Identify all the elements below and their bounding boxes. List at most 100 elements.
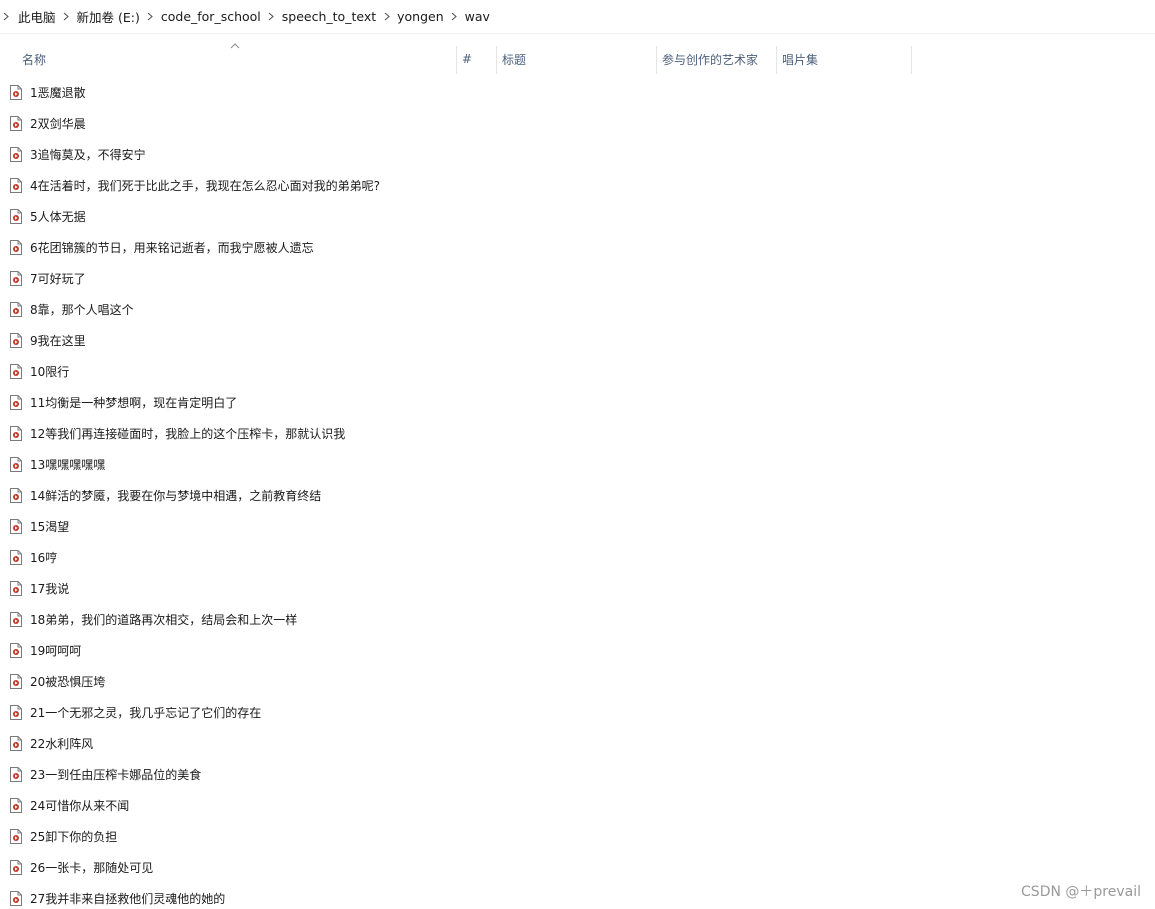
column-header-album-label: 唱片集: [782, 52, 819, 67]
chevron-right-icon[interactable]: [0, 0, 12, 34]
file-name: 22水利阵风: [30, 736, 94, 751]
file-row[interactable]: 20被恐惧压垮: [10, 670, 455, 692]
audio-file-icon: [10, 828, 30, 844]
file-name: 9我在这里: [30, 333, 86, 348]
file-row[interactable]: 10限行: [10, 360, 455, 382]
column-header-artists-label: 参与创作的艺术家: [662, 52, 759, 67]
file-name: 16哼: [30, 550, 58, 565]
file-row[interactable]: 22水利阵风: [10, 732, 455, 754]
audio-file-icon: [10, 332, 30, 348]
file-name: 5人体无据: [30, 209, 86, 224]
file-row[interactable]: 18弟弟，我们的道路再次相交，结局会和上次一样: [10, 608, 455, 630]
column-header-album[interactable]: 唱片集: [776, 44, 911, 74]
audio-file-icon: [10, 177, 30, 193]
audio-file-icon: [10, 549, 30, 565]
column-header-number-label: #: [462, 52, 473, 66]
file-row[interactable]: 6花团锦簇的节日，用来铭记逝者，而我宁愿被人遗忘: [10, 236, 455, 258]
file-name: 15渴望: [30, 519, 70, 534]
column-header-title[interactable]: 标题: [496, 44, 656, 74]
file-row[interactable]: 11均衡是一种梦想啊，现在肯定明白了: [10, 391, 455, 413]
breadcrumb-item[interactable]: yongen: [395, 0, 446, 34]
file-name: 10限行: [30, 364, 70, 379]
column-header-row: 名称 # 标题 参与创作的艺术家 唱片集: [0, 43, 1155, 74]
file-row[interactable]: 17我说: [10, 577, 455, 599]
breadcrumb-item[interactable]: code_for_school: [159, 0, 263, 34]
file-name: 7可好玩了: [30, 271, 86, 286]
audio-file-icon: [10, 890, 30, 906]
audio-file-icon: [10, 115, 30, 131]
file-row[interactable]: 25卸下你的负担: [10, 825, 455, 847]
audio-file-icon: [10, 518, 30, 534]
chevron-right-icon[interactable]: [58, 0, 75, 34]
file-row[interactable]: 19呵呵呵: [10, 639, 455, 661]
column-header-name[interactable]: 名称: [16, 44, 456, 74]
audio-file-icon: [10, 797, 30, 813]
file-name: 19呵呵呵: [30, 643, 82, 658]
file-name: 3追悔莫及，不得安宁: [30, 147, 146, 162]
file-name: 18弟弟，我们的道路再次相交，结局会和上次一样: [30, 612, 298, 627]
file-name: 21一个无邪之灵，我几乎忘记了它们的存在: [30, 705, 262, 720]
file-row[interactable]: 8靠，那个人唱这个: [10, 298, 455, 320]
file-name: 1恶魔退散: [30, 85, 86, 100]
breadcrumb-item[interactable]: wav: [463, 0, 492, 34]
file-name: 26一张卡，那随处可见: [30, 860, 154, 875]
file-row[interactable]: 24可惜你从来不闻: [10, 794, 455, 816]
audio-file-icon: [10, 363, 30, 379]
column-header-name-label: 名称: [22, 52, 47, 67]
breadcrumb-item[interactable]: 此电脑: [16, 0, 58, 34]
breadcrumb-item[interactable]: 新加卷 (E:): [75, 0, 142, 34]
column-header-number[interactable]: #: [456, 44, 496, 74]
audio-file-icon: [10, 487, 30, 503]
audio-file-icon: [10, 673, 30, 689]
file-name: 13嘿嘿嘿嘿嘿: [30, 457, 106, 472]
audio-file-icon: [10, 611, 30, 627]
file-row[interactable]: 23一到任由压榨卡娜品位的美食: [10, 763, 455, 785]
file-row[interactable]: 9我在这里: [10, 329, 455, 351]
audio-file-icon: [10, 735, 30, 751]
file-name: 27我并非来自拯救他们灵魂他的她的: [30, 891, 226, 906]
file-row[interactable]: 4在活着时，我们死于比此之手，我现在怎么忍心面对我的弟弟呢?: [10, 174, 455, 196]
file-row[interactable]: 27我并非来自拯救他们灵魂他的她的: [10, 887, 455, 909]
file-name: 17我说: [30, 581, 70, 596]
chevron-right-icon[interactable]: [446, 0, 463, 34]
file-row[interactable]: 12等我们再连接碰面时，我脸上的这个压榨卡，那就认识我: [10, 422, 455, 444]
file-row[interactable]: 3追悔莫及，不得安宁: [10, 143, 455, 165]
file-row[interactable]: 7可好玩了: [10, 267, 455, 289]
file-row[interactable]: 1恶魔退散: [10, 81, 455, 103]
breadcrumb-item[interactable]: speech_to_text: [280, 0, 378, 34]
file-row[interactable]: 13嘿嘿嘿嘿嘿: [10, 453, 455, 475]
file-row[interactable]: 14鲜活的梦魇，我要在你与梦境中相遇，之前教育终结: [10, 484, 455, 506]
column-header-artists[interactable]: 参与创作的艺术家: [656, 44, 776, 74]
file-row[interactable]: 5人体无据: [10, 205, 455, 227]
audio-file-icon: [10, 394, 30, 410]
file-name: 11均衡是一种梦想啊，现在肯定明白了: [30, 395, 238, 410]
chevron-right-icon[interactable]: [263, 0, 280, 34]
audio-file-icon: [10, 239, 30, 255]
file-name: 25卸下你的负担: [30, 829, 118, 844]
file-name: 14鲜活的梦魇，我要在你与梦境中相遇，之前教育终结: [30, 488, 322, 503]
audio-file-icon: [10, 766, 30, 782]
file-name: 8靠，那个人唱这个: [30, 302, 134, 317]
audio-file-icon: [10, 704, 30, 720]
chevron-right-icon[interactable]: [142, 0, 159, 34]
watermark: CSDN @＋prevail: [1021, 884, 1141, 900]
file-name: 23一到任由压榨卡娜品位的美食: [30, 767, 202, 782]
audio-file-icon: [10, 859, 30, 875]
column-divider[interactable]: [911, 46, 912, 74]
file-name: 24可惜你从来不闻: [30, 798, 130, 813]
audio-file-icon: [10, 425, 30, 441]
file-row[interactable]: 2双剑华晨: [10, 112, 455, 134]
chevron-right-icon[interactable]: [378, 0, 395, 34]
column-header-title-label: 标题: [502, 52, 527, 67]
audio-file-icon: [10, 642, 30, 658]
breadcrumb: 此电脑 新加卷 (E:) code_for_school speech_to_text…: [0, 0, 1155, 34]
audio-file-icon: [10, 208, 30, 224]
audio-file-icon: [10, 301, 30, 317]
file-row[interactable]: 26一张卡，那随处可见: [10, 856, 455, 878]
file-row[interactable]: 15渴望: [10, 515, 455, 537]
file-name: 20被恐惧压垮: [30, 674, 106, 689]
file-name: 6花团锦簇的节日，用来铭记逝者，而我宁愿被人遗忘: [30, 240, 314, 255]
file-row[interactable]: 21一个无邪之灵，我几乎忘记了它们的存在: [10, 701, 455, 723]
file-name: 2双剑华晨: [30, 116, 86, 131]
file-row[interactable]: 16哼: [10, 546, 455, 568]
